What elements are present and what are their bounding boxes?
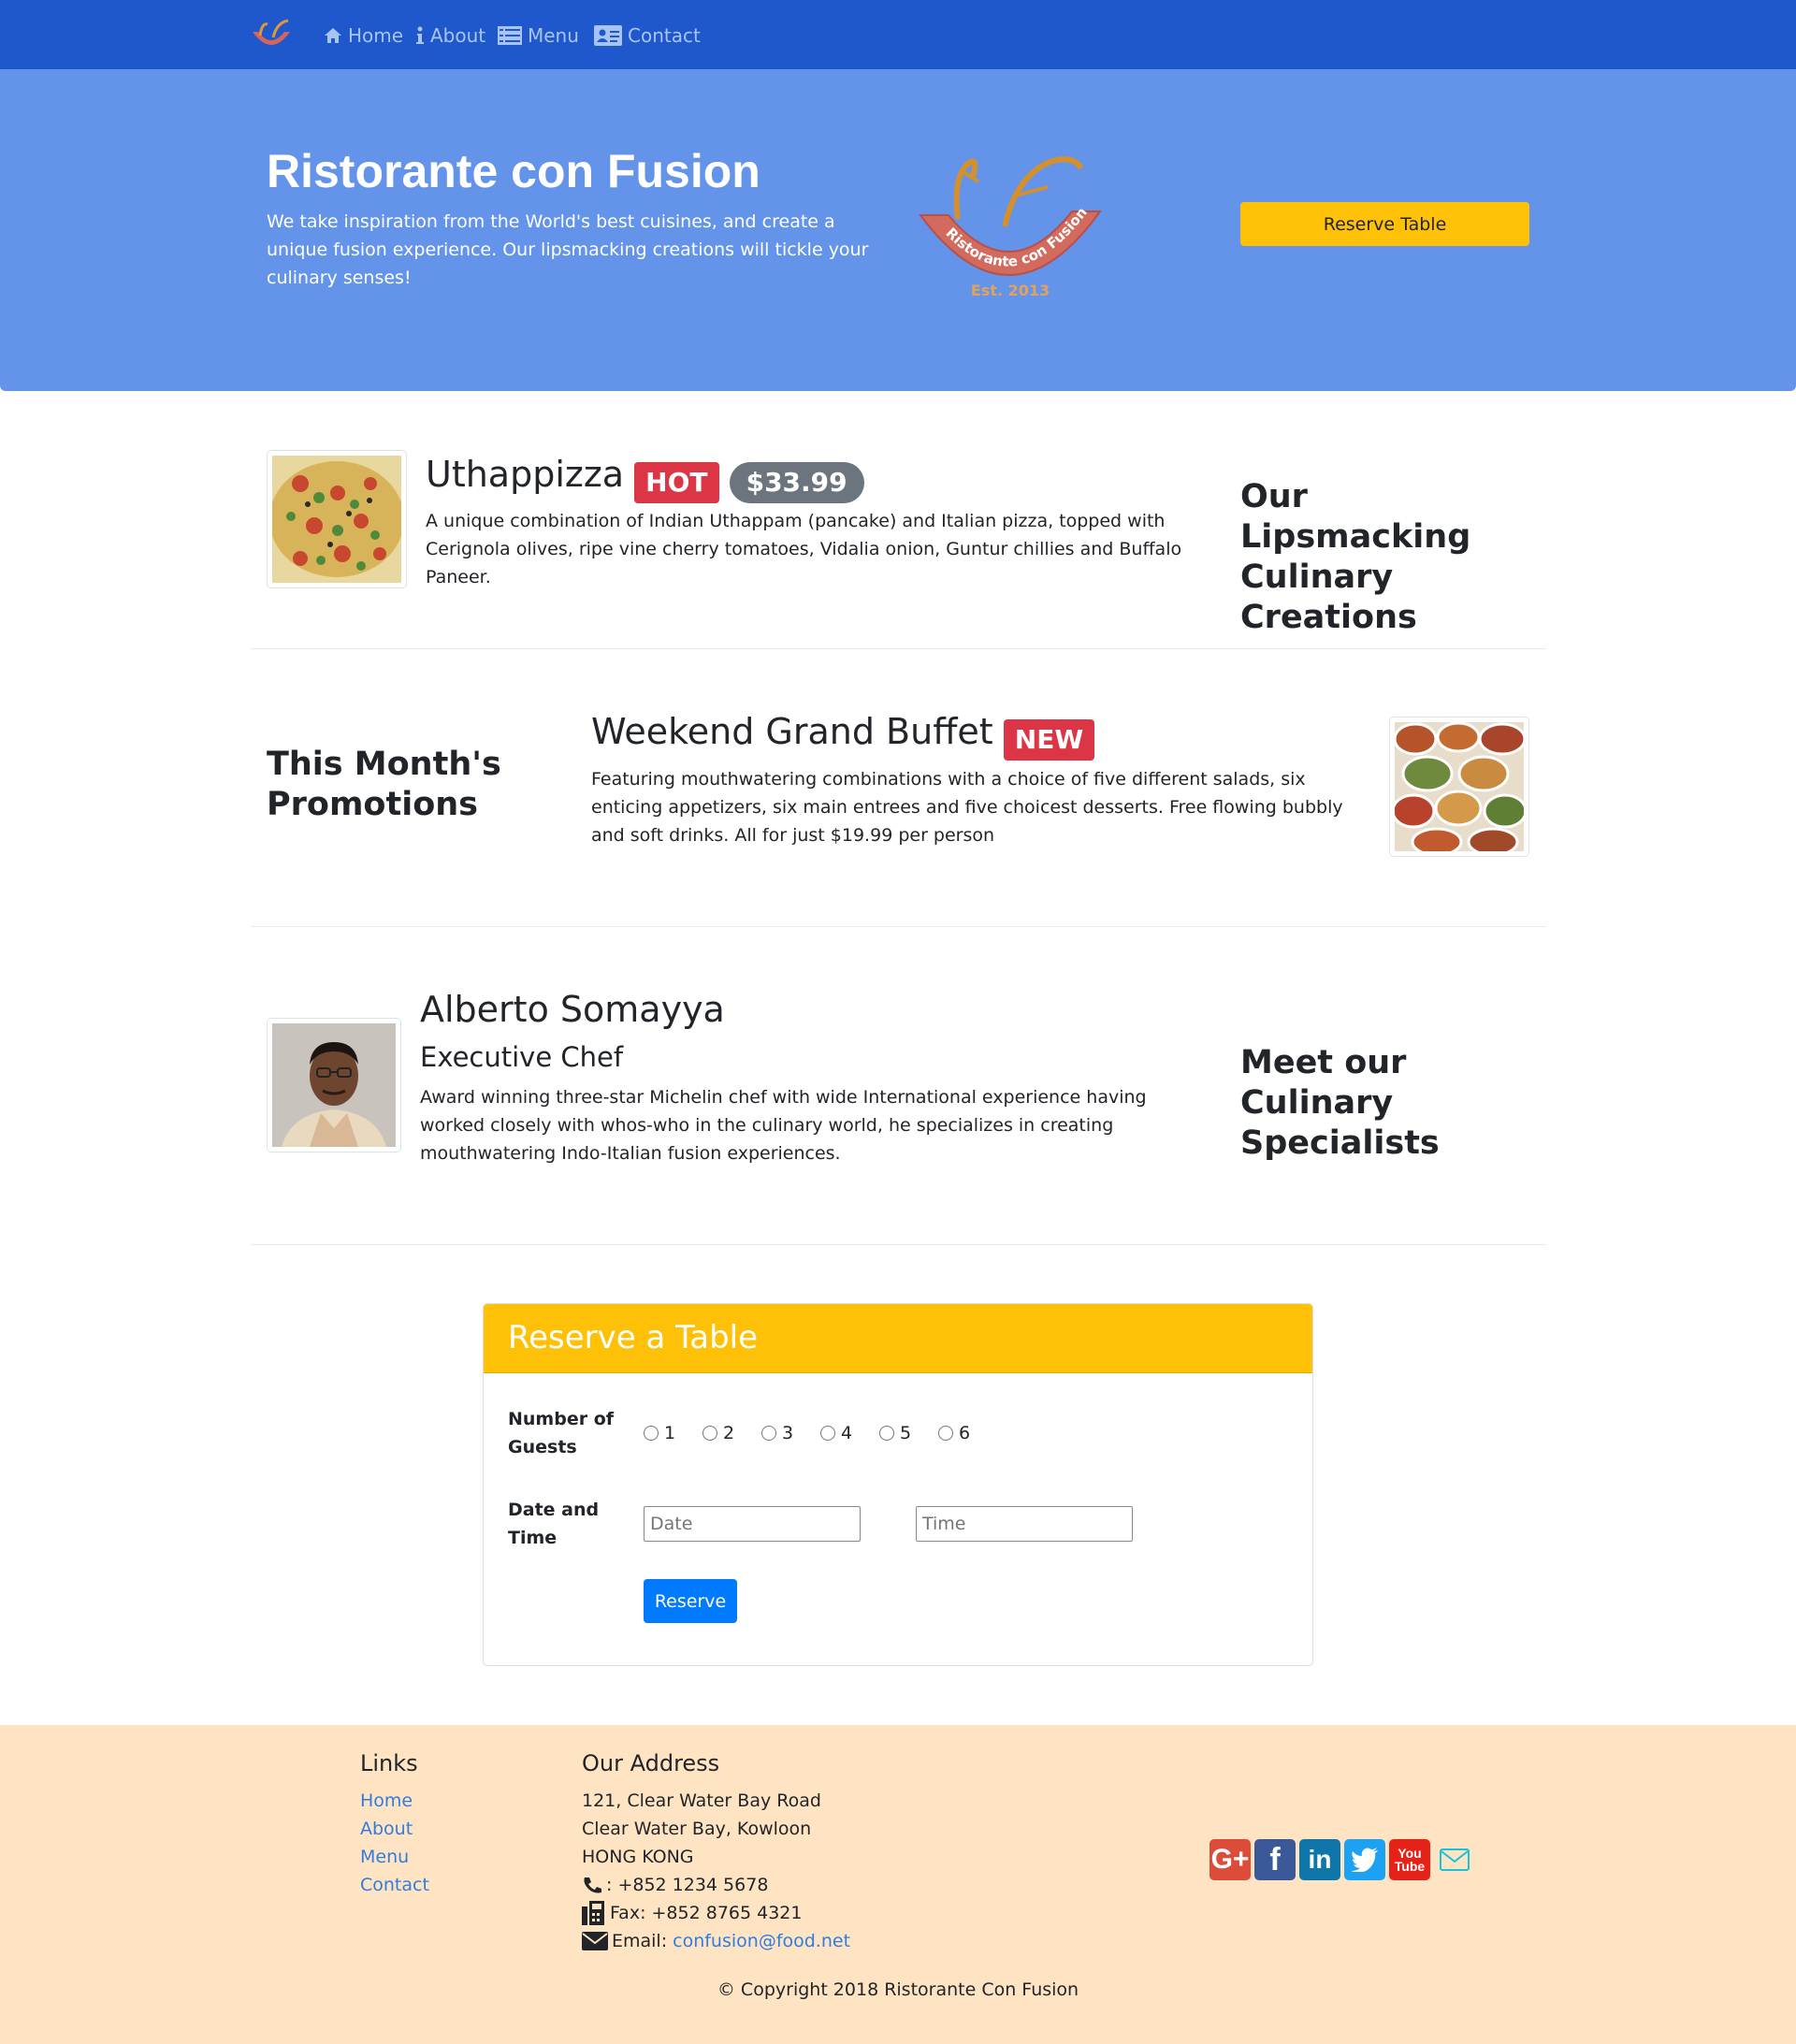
address-card-icon [594,25,622,46]
email-line: Email: confusion@food.net [582,1927,850,1955]
email-social-icon[interactable] [1434,1839,1475,1880]
radio-button[interactable] [761,1426,776,1441]
nav-item-label: About [430,24,486,47]
new-badge: NEW [1003,718,1095,761]
price-badge: $33.99 [729,461,864,503]
envelope-icon [582,1932,608,1950]
email-label: Email: [612,1931,668,1951]
nav-item-label: Contact [628,24,701,47]
facebook-icon[interactable]: f [1254,1839,1296,1880]
twitter-bird-glyph [1351,1848,1378,1872]
youtube-icon[interactable]: You Tube [1389,1839,1430,1880]
chef-photo [272,1023,396,1147]
guest-option-label: 3 [782,1423,794,1443]
time-input[interactable] [916,1506,1133,1542]
promotion-section-title: This Month's Promotions [267,746,501,823]
fax-icon [582,1901,604,1925]
radio-button[interactable] [644,1426,659,1441]
footer-link-menu[interactable]: Menu [360,1843,409,1871]
radio-button[interactable] [879,1426,894,1441]
address-line: 121, Clear Water Bay Road [582,1790,821,1811]
logo-est: Est. 2013 [971,282,1050,299]
datetime-label: Date and Time [508,1500,600,1548]
dish-heading: Uthappizza HOT $33.99 [426,452,864,503]
reserve-submit-button[interactable]: Reserve [644,1579,737,1623]
guest-option-4[interactable]: 4 [820,1423,852,1443]
nav-item-label: Menu [528,24,579,47]
guest-option-1[interactable]: 1 [644,1423,675,1443]
nav-item-home[interactable]: Home [324,22,403,49]
fax-text: Fax: +852 8765 4321 [610,1903,803,1923]
envelope-outline-icon [1440,1848,1470,1871]
guest-option-label: 6 [959,1423,971,1443]
footer-link-about[interactable]: About [360,1815,413,1843]
phone-line: : +852 1234 5678 [582,1871,768,1899]
date-input[interactable] [644,1506,861,1542]
footer-address-title: Our Address [582,1750,720,1776]
guest-option-label: 2 [723,1423,735,1443]
promotion-thumbnail [1389,717,1529,857]
nav-item-about[interactable]: About [415,22,485,49]
restaurant-logo: Ristorante con Fusion Est. 2013 [919,156,1102,299]
footer-link-contact[interactable]: Contact [360,1871,429,1899]
leader-description: Award winning three-star Michelin chef w… [420,1087,1147,1164]
guest-option-label: 4 [841,1423,853,1443]
radio-button[interactable] [702,1426,717,1441]
promotion-heading: Weekend Grand Buffet NEW [591,709,1095,761]
address-line: HONG KONG [582,1847,694,1867]
brand-logo[interactable] [247,17,296,54]
footer-links-title: Links [360,1750,418,1776]
copyright: © Copyright 2018 Ristorante Con Fusion [717,1979,1079,2000]
reservation-title: Reserve a Table [508,1319,759,1356]
promotion-name: Weekend Grand Buffet [591,711,993,752]
leader-section-title: Meet our Culinary Specialists [1240,1044,1440,1162]
phone-icon [584,1877,601,1893]
guest-option-2[interactable]: 2 [702,1423,734,1443]
radio-button[interactable] [938,1426,953,1441]
phone-text: : +852 1234 5678 [606,1875,769,1895]
hero-description: We take inspiration from the World's bes… [267,211,869,288]
nav-item-label: Home [348,24,404,47]
dish-thumbnail [267,450,407,588]
guest-option-5[interactable]: 5 [879,1423,911,1443]
section-divider [251,648,1546,649]
google-plus-icon[interactable]: G+ [1209,1839,1251,1880]
reservation-card: Reserve a Table [483,1303,1313,1666]
footer-link-home[interactable]: Home [360,1787,413,1815]
reservation-card-header: Reserve a Table [484,1304,1312,1373]
list-icon [498,26,522,45]
radio-button[interactable] [820,1426,835,1441]
dish-name: Uthappizza [426,454,625,495]
twitter-icon[interactable] [1344,1839,1385,1880]
reserve-table-button[interactable]: Reserve Table [1240,202,1529,246]
section-divider [251,926,1546,927]
email-link[interactable]: confusion@food.net [673,1927,850,1955]
guest-option-3[interactable]: 3 [761,1423,793,1443]
guests-label: Number of Guests [508,1409,615,1457]
nav-item-menu[interactable]: Menu [498,22,579,49]
nav-item-contact[interactable]: Contact [594,22,701,49]
leader-thumbnail [267,1018,401,1152]
address-line: Clear Water Bay, Kowloon [582,1819,812,1839]
home-icon [325,28,341,43]
buffet-image [1395,722,1524,851]
dish-section-title: Our Lipsmacking Culinary Creations [1240,478,1471,636]
leader-designation: Executive Chef [420,1041,624,1073]
guest-option-label: 5 [900,1423,912,1443]
guest-option-label: 1 [664,1423,676,1443]
hot-badge: HOT [634,461,719,503]
section-divider [251,1244,1546,1245]
fax-line: Fax: +852 8765 4321 [582,1899,802,1927]
guest-option-6[interactable]: 6 [938,1423,970,1443]
dish-image [272,456,401,583]
linkedin-icon[interactable]: in [1299,1839,1340,1880]
hero-title: Ristorante con Fusion [267,145,760,197]
dish-description: A unique combination of Indian Uthappam … [426,511,1182,587]
info-icon [416,26,424,44]
navbar: Home About Menu Contact [0,0,1796,69]
leader-name: Alberto Somayya [420,989,725,1030]
promotion-description: Featuring mouthwatering combinations wit… [591,769,1343,846]
